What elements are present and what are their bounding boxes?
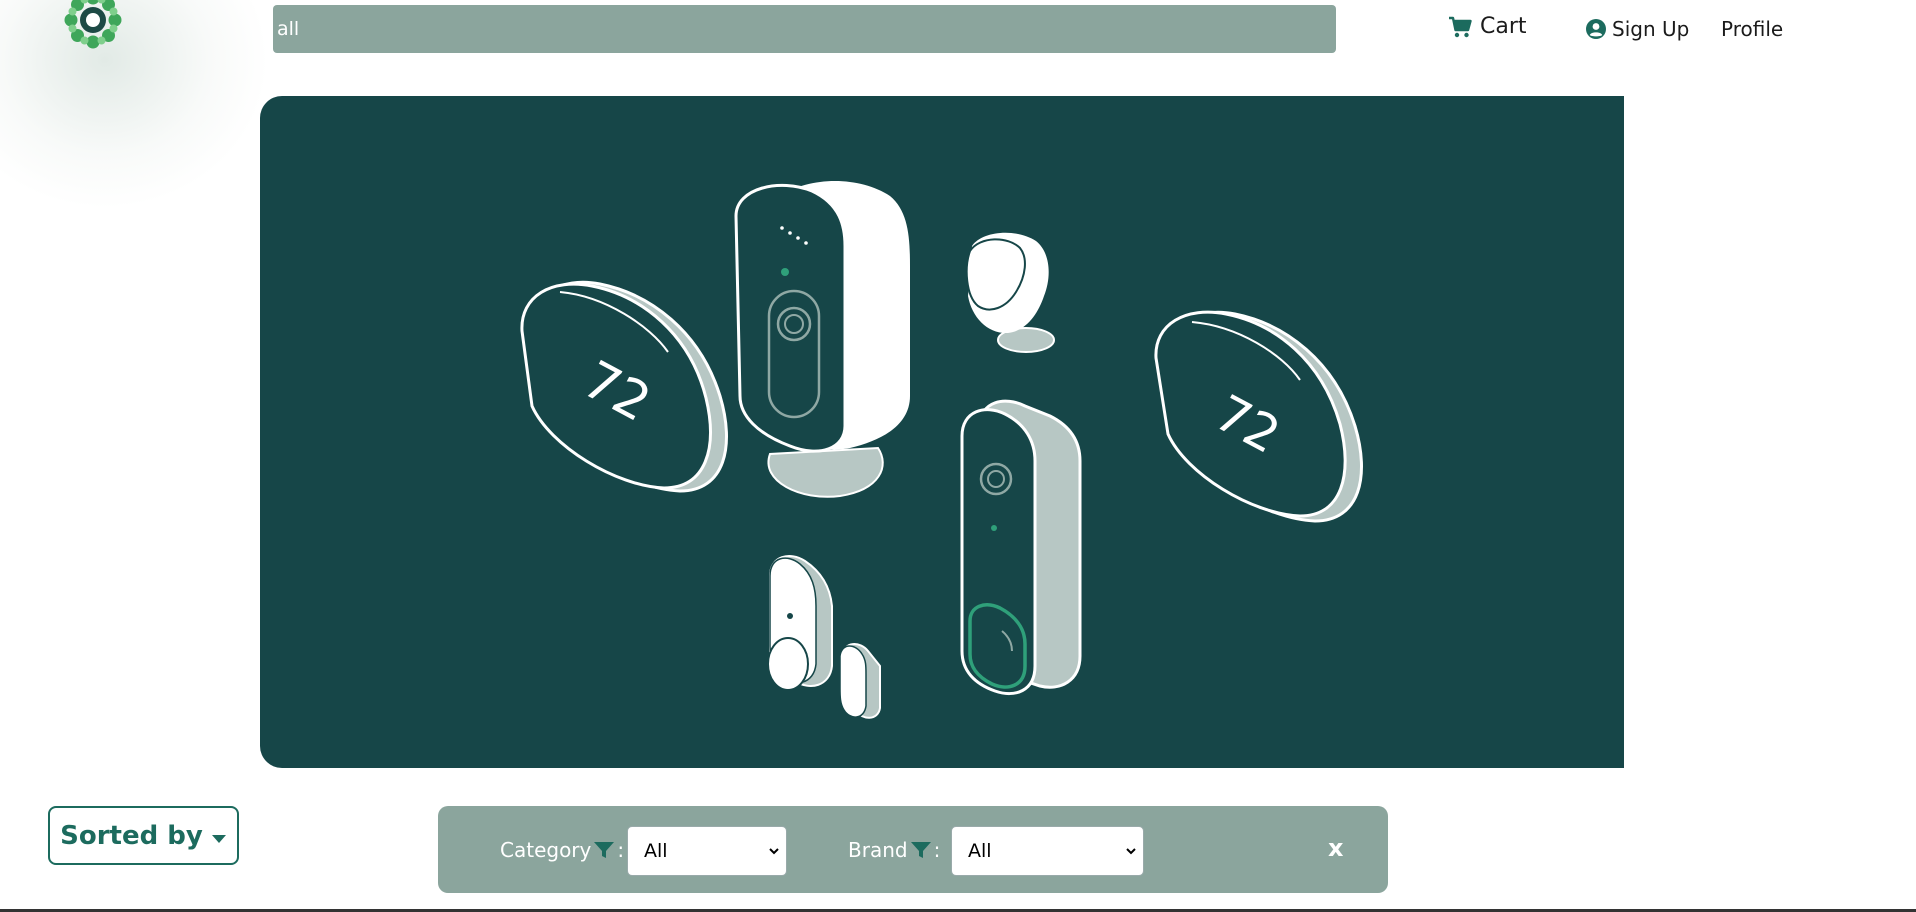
doorbell-camera [960, 399, 1082, 696]
door-sensor [767, 555, 881, 719]
chevron-down-icon [769, 848, 779, 855]
search-input[interactable] [273, 5, 1336, 53]
cart-label: Cart [1480, 14, 1527, 39]
category-label-text: Category [500, 838, 592, 862]
signup-link[interactable]: Sign Up [1586, 17, 1689, 41]
brand-colon: : [933, 838, 941, 862]
cart-icon [1449, 16, 1472, 37]
sorted-by-label: Sorted by [60, 820, 203, 851]
chevron-down-icon [1126, 848, 1136, 855]
thermostat-right: 72 [1154, 310, 1363, 523]
room-sensor [965, 232, 1055, 353]
profile-link[interactable]: Profile [1721, 17, 1783, 41]
sorted-by-button[interactable]: Sorted by [48, 806, 239, 865]
page: Cart Sign Up Profile 72 [0, 0, 1916, 912]
brand-select[interactable]: All [951, 826, 1144, 876]
thermostat-left: 72 [520, 280, 728, 493]
filter-bar: Category : All Brand : All x [438, 806, 1388, 893]
filter-icon [594, 842, 615, 858]
category-colon: : [617, 838, 625, 862]
category-select[interactable]: All [627, 826, 787, 876]
caret-down-icon [211, 834, 226, 843]
smart-devices-illustration: 72 72 [520, 181, 1363, 719]
filter-icon [910, 842, 931, 858]
clear-filters-button[interactable]: x [1328, 834, 1343, 862]
profile-label: Profile [1721, 17, 1784, 41]
category-select-value: All [644, 840, 668, 862]
brand-select-value: All [968, 840, 992, 862]
camera-indoor [734, 181, 910, 498]
cart-link[interactable]: Cart [1448, 14, 1527, 39]
hero-banner: 72 72 [260, 96, 1624, 768]
signup-label: Sign Up [1612, 17, 1690, 41]
logo-icon[interactable] [58, 0, 128, 58]
user-circle-icon [1586, 19, 1606, 39]
category-filter-label: Category : [500, 838, 624, 862]
brand-filter-label: Brand : [848, 838, 940, 862]
logo-glow [0, 0, 270, 210]
brand-label-text: Brand [848, 838, 908, 862]
